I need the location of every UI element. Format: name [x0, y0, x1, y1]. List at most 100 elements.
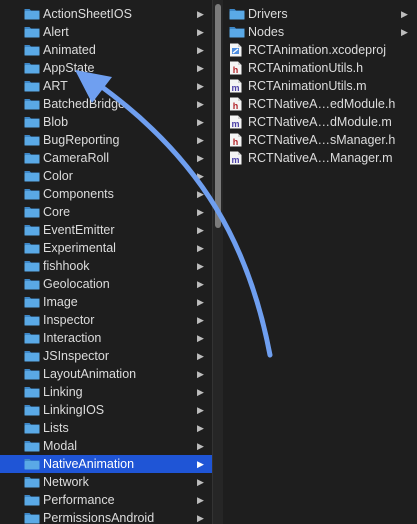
- file-row-label: RCTNativeA…edModule.h: [248, 97, 396, 111]
- file-row-label: RCTAnimationUtils.m: [248, 79, 367, 93]
- file-row-rctnativea-dmodule-m[interactable]: m RCTNativeA…dModule.m: [223, 113, 417, 131]
- folder-row-appstate[interactable]: AppState ▶: [0, 59, 212, 77]
- svg-text:m: m: [231, 119, 239, 129]
- disclosure-chevron-icon: ▶: [197, 279, 204, 289]
- folder-row-label: Core: [43, 205, 71, 219]
- folder-row-label: Color: [43, 169, 73, 183]
- disclosure-chevron-icon: ▶: [401, 27, 408, 37]
- disclosure-chevron-icon: ▶: [197, 207, 204, 217]
- folder-row-label: Alert: [43, 25, 69, 39]
- folder-row-nodes[interactable]: Nodes ▶: [223, 23, 417, 41]
- disclosure-chevron-icon: ▶: [197, 45, 204, 55]
- folder-row-fishhook[interactable]: fishhook ▶: [0, 257, 212, 275]
- folder-icon: [24, 171, 40, 182]
- file-row-rctanimationutils-m[interactable]: m RCTAnimationUtils.m: [223, 77, 417, 95]
- parent-folder-column: ActionSheetIOS ▶ Alert ▶ Animated ▶ AppState ▶ A…: [0, 0, 212, 524]
- disclosure-chevron-icon: ▶: [197, 81, 204, 91]
- folder-row-art[interactable]: ART ▶: [0, 77, 212, 95]
- svg-text:m: m: [231, 83, 239, 93]
- folder-row-blob[interactable]: Blob ▶: [0, 113, 212, 131]
- folder-row-label: Lists: [43, 421, 69, 435]
- folder-icon: [24, 117, 40, 128]
- folder-row-modal[interactable]: Modal ▶: [0, 437, 212, 455]
- folder-row-geolocation[interactable]: Geolocation ▶: [0, 275, 212, 293]
- folder-row-cameraroll[interactable]: CameraRoll ▶: [0, 149, 212, 167]
- folder-icon: [24, 369, 40, 380]
- folder-icon: [24, 513, 40, 524]
- folder-row-inspector[interactable]: Inspector ▶: [0, 311, 212, 329]
- folder-row-layoutanimation[interactable]: LayoutAnimation ▶: [0, 365, 212, 383]
- folder-icon: [229, 27, 245, 38]
- folder-icon: [229, 9, 245, 20]
- folder-icon: [24, 63, 40, 74]
- folder-row-label: Performance: [43, 493, 115, 507]
- folder-row-label: Geolocation: [43, 277, 110, 291]
- folder-row-label: EventEmitter: [43, 223, 115, 237]
- disclosure-chevron-icon: ▶: [197, 243, 204, 253]
- folder-row-bugreporting[interactable]: BugReporting ▶: [0, 131, 212, 149]
- disclosure-chevron-icon: ▶: [197, 27, 204, 37]
- folder-row-label: Modal: [43, 439, 78, 453]
- file-row-rctanimation-xcodeproj[interactable]: RCTAnimation.xcodeproj: [223, 41, 417, 59]
- disclosure-chevron-icon: ▶: [197, 459, 204, 469]
- folder-icon: [24, 459, 40, 470]
- disclosure-chevron-icon: ▶: [197, 153, 204, 163]
- folder-row-linkingios[interactable]: LinkingIOS ▶: [0, 401, 212, 419]
- disclosure-chevron-icon: ▶: [197, 369, 204, 379]
- folder-row-core[interactable]: Core ▶: [0, 203, 212, 221]
- folder-row-label: Drivers: [248, 7, 288, 21]
- file-row-label: RCTAnimationUtils.h: [248, 61, 364, 75]
- disclosure-chevron-icon: ▶: [197, 99, 204, 109]
- folder-row-label: AppState: [43, 61, 95, 75]
- folder-icon: [24, 297, 40, 308]
- file-row-rctnativea-manager-m[interactable]: m RCTNativeA…Manager.m: [223, 149, 417, 167]
- folder-icon: [24, 387, 40, 398]
- column-scrollbar[interactable]: [212, 0, 223, 524]
- folder-icon: [24, 243, 40, 254]
- folder-row-network[interactable]: Network ▶: [0, 473, 212, 491]
- folder-row-eventemitter[interactable]: EventEmitter ▶: [0, 221, 212, 239]
- scrollbar-thumb[interactable]: [215, 4, 221, 228]
- folder-row-label: BatchedBridge: [43, 97, 126, 111]
- folder-row-nativeanimation[interactable]: NativeAnimation ▶: [0, 455, 212, 473]
- header-file-icon: h: [230, 61, 242, 75]
- folder-row-performance[interactable]: Performance ▶: [0, 491, 212, 509]
- folder-row-interaction[interactable]: Interaction ▶: [0, 329, 212, 347]
- disclosure-chevron-icon: ▶: [197, 441, 204, 451]
- folder-row-image[interactable]: Image ▶: [0, 293, 212, 311]
- folder-row-label: Network: [43, 475, 89, 489]
- folder-icon: [24, 477, 40, 488]
- folder-row-label: Nodes: [248, 25, 285, 39]
- objc-file-icon: m: [230, 151, 242, 165]
- folder-row-experimental[interactable]: Experimental ▶: [0, 239, 212, 257]
- folder-icon: [24, 423, 40, 434]
- folder-row-label: Experimental: [43, 241, 116, 255]
- folder-icon: [24, 45, 40, 56]
- file-row-label: RCTNativeA…dModule.m: [248, 115, 392, 129]
- folder-row-label: PermissionsAndroid: [43, 511, 155, 524]
- objc-file-icon: m: [230, 79, 242, 93]
- folder-row-label: ART: [43, 79, 68, 93]
- folder-row-permissionsandroid[interactable]: PermissionsAndroid ▶: [0, 509, 212, 524]
- folder-row-linking[interactable]: Linking ▶: [0, 383, 212, 401]
- folder-row-batchedbridge[interactable]: BatchedBridge ▶: [0, 95, 212, 113]
- folder-icon: [24, 225, 40, 236]
- disclosure-chevron-icon: ▶: [197, 135, 204, 145]
- folder-row-drivers[interactable]: Drivers ▶: [223, 5, 417, 23]
- folder-row-animated[interactable]: Animated ▶: [0, 41, 212, 59]
- folder-icon: [24, 9, 40, 20]
- file-row-rctnativea-edmodule-h[interactable]: h RCTNativeA…edModule.h: [223, 95, 417, 113]
- folder-row-components[interactable]: Components ▶: [0, 185, 212, 203]
- folder-icon: [24, 333, 40, 344]
- folder-row-alert[interactable]: Alert ▶: [0, 23, 212, 41]
- folder-row-lists[interactable]: Lists ▶: [0, 419, 212, 437]
- file-row-rctnativea-smanager-h[interactable]: h RCTNativeA…sManager.h: [223, 131, 417, 149]
- folder-icon: [24, 441, 40, 452]
- folder-row-actionsheetios[interactable]: ActionSheetIOS ▶: [0, 5, 212, 23]
- folder-icon: [24, 135, 40, 146]
- file-row-rctanimationutils-h[interactable]: h RCTAnimationUtils.h: [223, 59, 417, 77]
- folder-row-color[interactable]: Color ▶: [0, 167, 212, 185]
- disclosure-chevron-icon: ▶: [197, 189, 204, 199]
- folder-row-jsinspector[interactable]: JSInspector ▶: [0, 347, 212, 365]
- objc-file-icon: m: [230, 115, 242, 129]
